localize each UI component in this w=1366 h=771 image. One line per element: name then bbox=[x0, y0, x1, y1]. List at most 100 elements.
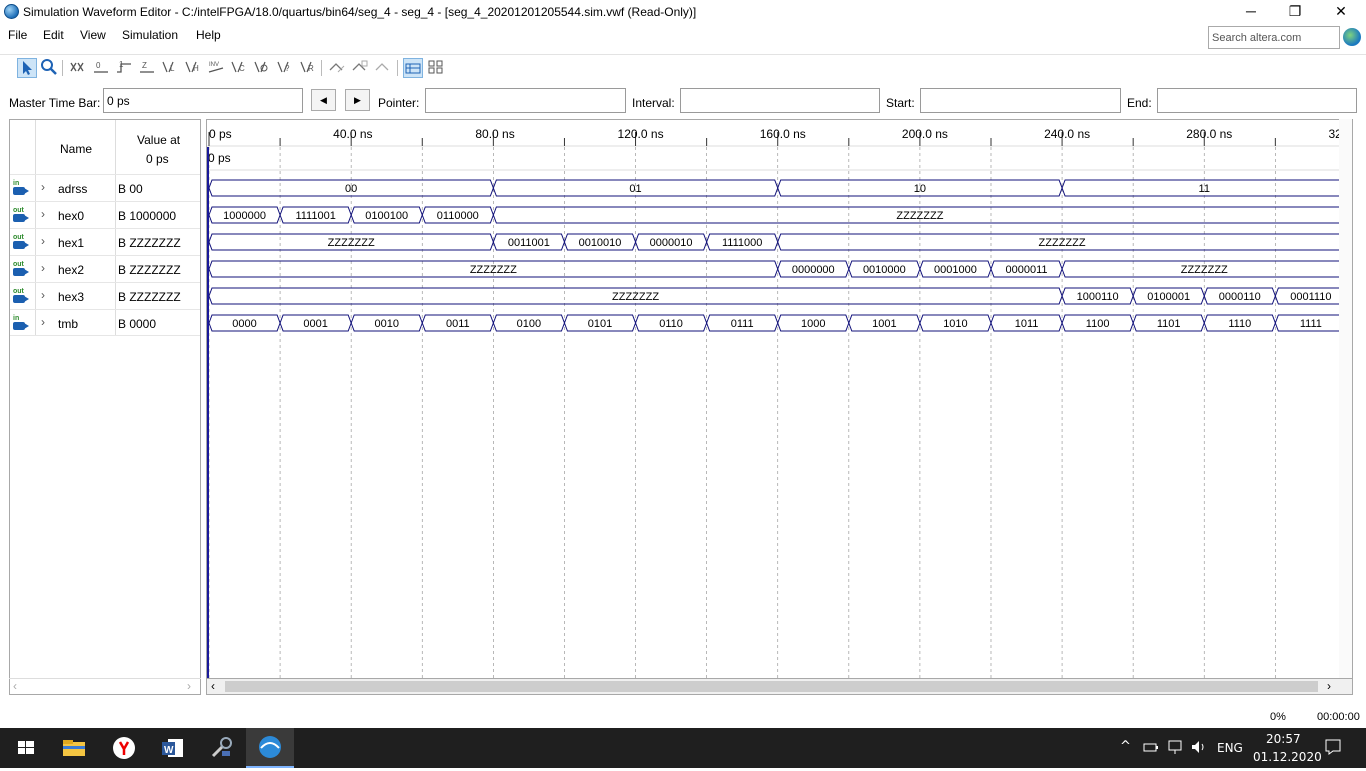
signal-row-hex2[interactable]: out › hex2 B ZZZZZZZ bbox=[10, 255, 200, 282]
ungroup-icon[interactable] bbox=[373, 58, 393, 78]
ruler-label: 40.0 ns bbox=[333, 127, 372, 141]
wave-value-label: 0010000 bbox=[863, 264, 906, 276]
expand-chevron-icon[interactable]: › bbox=[41, 180, 45, 194]
toolbar-separator bbox=[321, 60, 322, 76]
wave-value-label: 0000 bbox=[232, 318, 256, 330]
clock-time[interactable]: 20:57 bbox=[1266, 732, 1301, 746]
scroll-left-icon[interactable]: ‹ bbox=[211, 679, 215, 693]
expand-chevron-icon[interactable]: › bbox=[41, 207, 45, 221]
signal-panel-scrollbar[interactable]: ‹ › bbox=[9, 678, 201, 694]
expand-chevron-icon[interactable]: › bbox=[41, 315, 45, 329]
selection-tool-icon[interactable] bbox=[17, 58, 37, 78]
minimize-button[interactable]: ─ bbox=[1228, 0, 1274, 24]
waveform-canvas[interactable]: 0 ps 40.0 ns 80.0 ns 120.0 ns 160.0 ns 200.0 … bbox=[207, 120, 1340, 679]
svg-text:L: L bbox=[170, 64, 175, 73]
menu-file[interactable]: File bbox=[8, 28, 27, 42]
invert-icon[interactable]: INV bbox=[206, 58, 226, 78]
waveform-vertical-scrollbar[interactable] bbox=[1339, 119, 1353, 679]
weak-low-icon[interactable]: L bbox=[160, 58, 180, 78]
forcing-high-icon[interactable]: 1 bbox=[114, 58, 134, 78]
start-field[interactable] bbox=[920, 88, 1121, 113]
clock-value-icon[interactable] bbox=[252, 58, 272, 78]
group-icon[interactable] bbox=[350, 58, 370, 78]
word-icon[interactable]: W bbox=[158, 734, 186, 762]
windows-start-icon[interactable] bbox=[12, 734, 40, 762]
end-field[interactable] bbox=[1157, 88, 1357, 113]
scrollbar-thumb[interactable] bbox=[225, 681, 1318, 692]
snap-to-transition-icon[interactable] bbox=[327, 58, 347, 78]
wave-value-label: 10 bbox=[914, 183, 926, 195]
output-pin-icon: out bbox=[13, 207, 29, 222]
battery-icon[interactable] bbox=[1143, 738, 1159, 759]
volume-icon[interactable] bbox=[1190, 738, 1208, 759]
forcing-low-icon[interactable]: 0 bbox=[91, 58, 111, 78]
globe-icon[interactable] bbox=[1343, 28, 1361, 46]
end-label: End: bbox=[1127, 96, 1152, 110]
menu-help[interactable]: Help bbox=[196, 28, 221, 42]
svg-text:W: W bbox=[164, 745, 174, 756]
zoom-tool-icon[interactable] bbox=[39, 58, 59, 78]
expand-chevron-icon[interactable]: › bbox=[41, 234, 45, 248]
interval-label: Interval: bbox=[632, 96, 675, 110]
expand-chevron-icon[interactable]: › bbox=[41, 288, 45, 302]
scroll-left-icon[interactable]: ‹ bbox=[13, 679, 17, 693]
quartus-taskbar-button[interactable] bbox=[246, 728, 294, 768]
show-hidden-icons-icon[interactable]: ^ bbox=[1120, 739, 1131, 754]
signal-row-hex1[interactable]: out › hex1 B ZZZZZZZ bbox=[10, 228, 200, 255]
tool-app-icon[interactable] bbox=[208, 734, 236, 762]
pointer-field[interactable] bbox=[425, 88, 626, 113]
signal-row-tmb[interactable]: in › tmb B 0000 bbox=[10, 309, 200, 336]
signal-value: B ZZZZZZZ bbox=[118, 290, 181, 304]
uninitialized-icon[interactable] bbox=[68, 58, 88, 78]
count-value-icon[interactable]: C bbox=[229, 58, 249, 78]
wave-value-label: 0000000 bbox=[792, 264, 835, 276]
menu-view[interactable]: View bbox=[80, 28, 106, 42]
weak-high-icon[interactable]: H bbox=[183, 58, 203, 78]
waveform-view-icon[interactable] bbox=[403, 58, 423, 78]
search-input[interactable]: Search altera.com bbox=[1208, 26, 1340, 49]
menu-simulation[interactable]: Simulation bbox=[122, 28, 178, 42]
clock-date[interactable]: 01.12.2020 bbox=[1253, 750, 1322, 764]
output-pin-icon: out bbox=[13, 261, 29, 276]
notifications-icon[interactable] bbox=[1324, 738, 1342, 759]
signal-name: tmb bbox=[58, 317, 79, 331]
signal-row-hex3[interactable]: out › hex3 B ZZZZZZZ bbox=[10, 282, 200, 309]
svg-text:?: ? bbox=[285, 64, 290, 73]
scroll-right-icon[interactable]: › bbox=[1327, 679, 1331, 693]
next-transition-button[interactable]: ▶ bbox=[345, 89, 370, 111]
random-value-icon[interactable]: R bbox=[298, 58, 318, 78]
arbitrary-value-icon[interactable]: ? bbox=[275, 58, 295, 78]
signal-row-adrss[interactable]: in › adrss B 00 bbox=[10, 174, 200, 201]
expand-chevron-icon[interactable]: › bbox=[41, 261, 45, 275]
signal-row-hex0[interactable]: out › hex0 B 1000000 bbox=[10, 201, 200, 228]
interval-field[interactable] bbox=[680, 88, 880, 113]
network-icon[interactable] bbox=[1167, 738, 1183, 759]
name-column-header[interactable]: Name bbox=[60, 142, 92, 156]
menu-edit[interactable]: Edit bbox=[43, 28, 64, 42]
svg-text:C: C bbox=[239, 64, 245, 73]
maximize-button[interactable]: ❐ bbox=[1272, 0, 1318, 24]
toolbar-separator bbox=[397, 60, 398, 76]
grid-view-icon[interactable] bbox=[426, 58, 446, 78]
waveform-panel[interactable]: 0 ps 40.0 ns 80.0 ns 120.0 ns 160.0 ns 200.0 … bbox=[206, 119, 1340, 679]
wave-value-label: ZZZZZZZ bbox=[896, 210, 943, 222]
close-button[interactable]: ✕ bbox=[1318, 0, 1364, 24]
wave-value-label: 00 bbox=[345, 183, 357, 195]
wave-value-label: 1010 bbox=[943, 318, 967, 330]
ruler-label: 0 ps bbox=[209, 127, 232, 141]
master-time-bar-field[interactable]: 0 ps bbox=[103, 88, 303, 113]
high-impedance-icon[interactable]: Z bbox=[137, 58, 157, 78]
svg-text:Z: Z bbox=[142, 61, 147, 70]
wave-value-label: 1000110 bbox=[1077, 291, 1119, 303]
svg-text:R: R bbox=[308, 64, 314, 73]
wave-value-label: 1111000 bbox=[722, 237, 762, 249]
value-column-header[interactable]: Value at bbox=[137, 133, 180, 147]
previous-transition-button[interactable]: ◀ bbox=[311, 89, 336, 111]
scroll-right-icon[interactable]: › bbox=[187, 679, 191, 693]
wave-value-label: ZZZZZZZ bbox=[1181, 264, 1228, 276]
yandex-browser-icon[interactable] bbox=[110, 734, 138, 762]
waveform-horizontal-scrollbar[interactable]: ‹ › bbox=[206, 678, 1353, 695]
language-indicator[interactable]: ENG bbox=[1217, 741, 1243, 755]
wave-value-label: 0000011 bbox=[1006, 264, 1048, 276]
file-explorer-icon[interactable] bbox=[60, 734, 88, 762]
